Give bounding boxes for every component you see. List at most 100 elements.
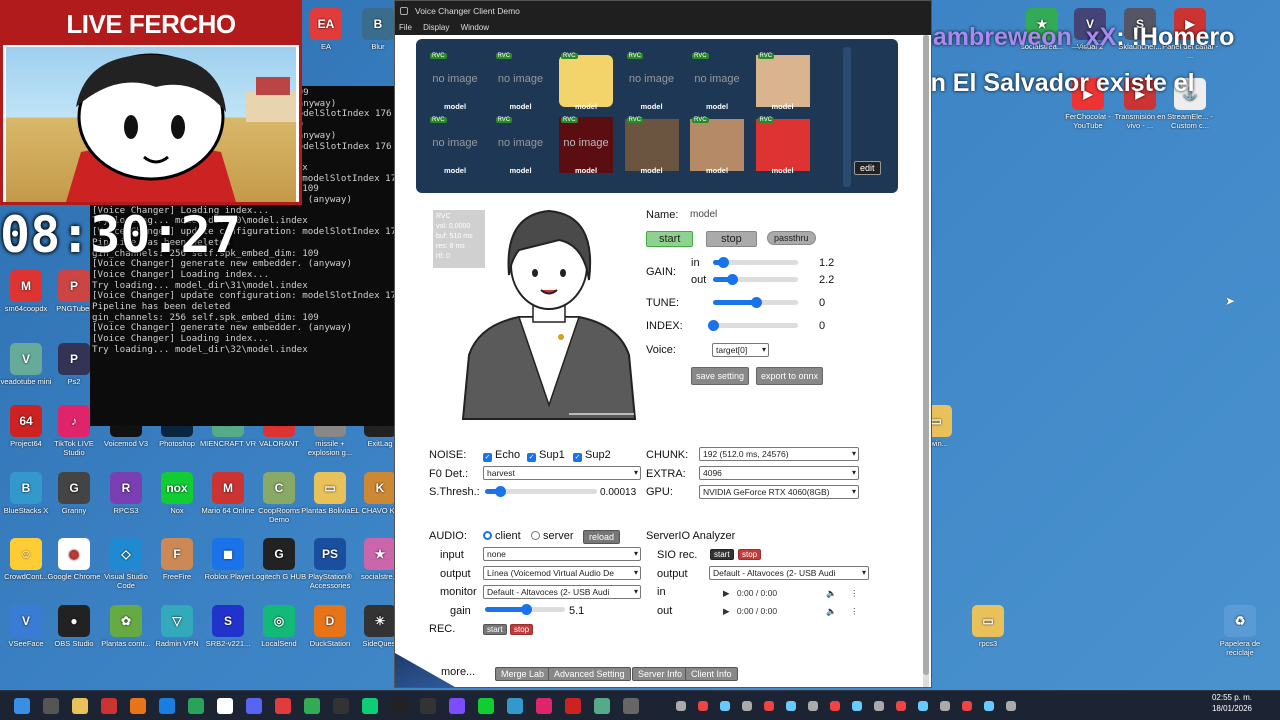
taskbar-app-icon[interactable] [594,698,610,714]
taskbar-app-icon[interactable] [159,698,175,714]
desktop-icon[interactable]: G Granny [44,472,104,515]
taskbar-app-icon[interactable] [304,698,320,714]
taskbar-app-icon[interactable] [449,698,465,714]
desktop-icon[interactable]: ♻ Papelera de reciclaje [1210,605,1270,657]
sio-stop-button[interactable]: stop [738,549,762,560]
tray-icon[interactable] [984,701,994,711]
tray-icon[interactable] [918,701,928,711]
client-radio[interactable]: client [483,530,521,542]
system-clock[interactable]: 02:55 p. m. 18/01/2026 [1212,692,1252,714]
menu-display[interactable]: Display [423,23,449,32]
tray-icon[interactable] [874,701,884,711]
taskbar-app-icon[interactable] [43,698,59,714]
taskbar-app-icon[interactable] [391,698,407,714]
analyzer-output-select[interactable]: Default - Altavoces (2- USB Audi [709,566,869,580]
audio-player-in[interactable]: ▶ 0:00 / 0:00 🔈 ⋮ [709,584,869,602]
taskbar-app-icon[interactable] [130,698,146,714]
start-button[interactable]: start [646,231,694,247]
tray-icon[interactable] [698,701,708,711]
model-slot[interactable]: no image RVC model [690,53,744,111]
advanced-setting-button[interactable]: Advanced Setting [548,667,631,681]
gpu-select[interactable]: NVIDIA GeForce RTX 4060(8GB) [699,485,859,499]
desktop-icon[interactable]: EA EA [296,8,356,51]
slots-scrollbar[interactable] [843,47,851,187]
output-select[interactable]: Línea (Voicemod Virtual Audio De [483,566,641,580]
monitor-select[interactable]: Default - Altavoces (2- USB Audi [483,585,641,599]
taskbar-app-icon[interactable] [101,698,117,714]
model-slot[interactable]: no image RVC model [494,53,548,111]
more-toggle[interactable]: more... [441,666,475,678]
taskbar-app-icon[interactable] [623,698,639,714]
audio-gain-slider[interactable] [485,604,565,615]
desktop-icon[interactable]: ● OBS Studio [44,605,104,648]
tune-slider[interactable] [713,297,798,308]
tray-icon[interactable] [808,701,818,711]
passthru-button[interactable]: passthru [767,231,816,245]
tray-icon[interactable] [962,701,972,711]
tray-icon[interactable] [852,701,862,711]
tray-icon[interactable] [764,701,774,711]
tray-icon[interactable] [940,701,950,711]
rec-stop-button[interactable]: stop [510,624,534,635]
volume-icon[interactable]: 🔈 [826,584,837,602]
gain-out-slider[interactable] [713,274,798,285]
model-slot[interactable]: RVC model [624,117,679,175]
model-slot[interactable]: no image RVC model [625,53,679,111]
edit-slots-button[interactable]: edit [854,161,881,175]
f0-select[interactable]: harvest [483,466,641,480]
extra-select[interactable]: 4096 [699,466,859,480]
taskbar-app-icon[interactable] [536,698,552,714]
taskbar-app-icon[interactable] [362,698,378,714]
taskbar-app-icon[interactable] [246,698,262,714]
menu-file[interactable]: File [399,23,412,32]
volume-icon[interactable]: 🔈 [826,602,837,620]
server-info-button[interactable]: Server Info [632,667,689,681]
taskbar-app-icon[interactable] [333,698,349,714]
index-slider[interactable] [708,320,798,331]
tray-icon[interactable] [720,701,730,711]
gain-in-slider[interactable] [713,257,798,268]
rec-start-button[interactable]: start [483,624,507,635]
taskbar-app-icon[interactable] [565,698,581,714]
taskbar-app-icon[interactable] [14,698,30,714]
sup2-checkbox[interactable]: ✓ Sup2 [573,449,611,462]
taskbar-app-icon[interactable] [275,698,291,714]
sthresh-slider[interactable] [485,486,597,497]
window-scrollbar[interactable] [923,35,929,687]
desktop-icon[interactable]: ▭ rpcs3 [958,605,1018,648]
more-options-icon[interactable]: ⋮ [850,602,859,620]
play-icon[interactable]: ▶ [723,606,730,616]
chunk-select[interactable]: 192 (512.0 ms, 24576) [699,447,859,461]
audio-player-out[interactable]: ▶ 0:00 / 0:00 🔈 ⋮ [709,602,869,620]
server-radio[interactable]: server [531,530,574,542]
title-bar[interactable]: Voice Changer Client Demo [395,1,931,21]
taskbar-app-icon[interactable] [188,698,204,714]
tray-icon[interactable] [830,701,840,711]
model-slot[interactable]: no image RVC model [428,117,482,175]
reload-button[interactable]: reload [583,530,621,544]
model-slot[interactable]: RVC model [755,117,810,175]
echo-checkbox[interactable]: ✓ Echo [483,449,520,462]
play-icon[interactable]: ▶ [723,588,730,598]
client-info-button[interactable]: Client Info [685,667,738,681]
tray-icon[interactable] [896,701,906,711]
taskbar-app-icon[interactable] [72,698,88,714]
sio-start-button[interactable]: start [710,549,734,560]
taskbar-app-icon[interactable] [217,698,233,714]
save-setting-button[interactable]: save setting [691,367,750,385]
voice-select[interactable]: target[0] [712,343,769,357]
model-slot[interactable]: no image RVC model [494,117,548,175]
stop-button[interactable]: stop [706,231,757,247]
taskbar-app-icon[interactable] [478,698,494,714]
taskbar-app-icon[interactable] [420,698,436,714]
tray-icon[interactable] [742,701,752,711]
model-slot[interactable]: RVC model [559,53,613,111]
tray-icon[interactable] [786,701,796,711]
menu-window[interactable]: Window [461,23,489,32]
model-slot[interactable]: no image RVC model [559,117,613,175]
export-onnx-button[interactable]: export to onnx [756,367,824,385]
merge-lab-button[interactable]: Merge Lab [495,667,551,681]
tray-icon[interactable] [676,701,686,711]
tray-icon[interactable] [1006,701,1016,711]
input-select[interactable]: none [483,547,641,561]
